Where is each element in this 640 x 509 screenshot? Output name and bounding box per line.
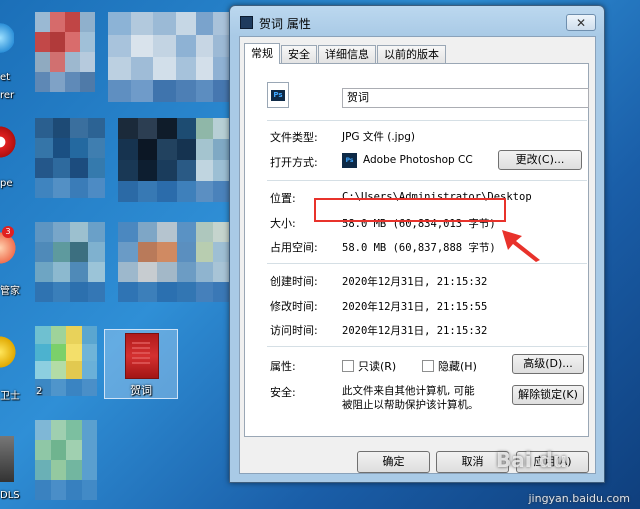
file-type-value: JPG 文件 (.jpg) [342, 131, 416, 143]
hidden-label[interactable]: 隐藏(H) [438, 358, 477, 374]
created-label: 创建时间: [270, 275, 318, 288]
readonly-checkbox[interactable] [342, 360, 354, 372]
hidden-checkbox[interactable] [422, 360, 434, 372]
modified-label: 修改时间: [270, 300, 318, 313]
security-message-line2: 被阻止以帮助保护该计算机。 [342, 399, 479, 411]
desktop-icon-partial-1[interactable] [0, 18, 14, 58]
size-on-disk-label: 占用空间: [270, 241, 318, 254]
accessed-value: 2020年12月31日, 21:15:32 [342, 325, 488, 337]
desktop-icon-label: DLS [0, 490, 20, 501]
window-icon [240, 16, 253, 29]
properties-dialog: 贺词 属性 ✕ 常规 安全 详细信息 以前的版本 Ps 贺词 文件类型: JPG… [229, 5, 605, 483]
open-with-value: Adobe Photoshop CC [363, 154, 473, 166]
created-value: 2020年12月31日, 21:15:32 [342, 276, 488, 288]
desktop-icon-label: 2 [36, 386, 43, 397]
attributes-label: 属性: [270, 360, 296, 373]
divider [267, 346, 587, 347]
pixelated-icon[interactable] [118, 118, 196, 202]
tab-details[interactable]: 详细信息 [318, 45, 376, 63]
divider [267, 180, 587, 181]
size-label: 大小: [270, 217, 296, 230]
desktop-icon-partial-5[interactable] [0, 436, 14, 482]
tab-previous-versions[interactable]: 以前的版本 [377, 45, 446, 63]
pixelated-icon[interactable] [196, 222, 230, 302]
pixelated-icon[interactable] [35, 326, 97, 396]
divider [267, 120, 587, 121]
security-label: 安全: [270, 386, 296, 399]
desktop-icon-label: pe [0, 178, 13, 189]
desktop-icon-label: 卫士 [0, 391, 20, 402]
size-highlight-box [314, 198, 506, 222]
file-name-input[interactable]: 贺词 [342, 88, 589, 108]
image-thumbnail-icon [125, 333, 159, 379]
modified-value: 2020年12月31日, 21:15:55 [342, 301, 488, 313]
change-button[interactable]: 更改(C)... [498, 150, 582, 170]
watermark-logo: Bai du [496, 448, 568, 472]
close-button[interactable]: ✕ [566, 14, 596, 31]
desktop-icon-label: 管家 [0, 286, 20, 297]
desktop-icon-partial-4[interactable] [0, 332, 16, 372]
unblock-button[interactable]: 解除锁定(K) [512, 385, 584, 405]
size-on-disk-value: 58.0 MB (60,837,888 字节) [342, 242, 496, 254]
close-icon: ✕ [575, 15, 587, 30]
pixelated-icon[interactable] [35, 118, 105, 198]
file-type-label: 文件类型: [270, 131, 318, 144]
accessed-label: 访问时间: [270, 324, 318, 337]
pixelated-icon[interactable] [35, 12, 95, 92]
tab-general[interactable]: 常规 [244, 43, 280, 64]
tab-security[interactable]: 安全 [281, 45, 317, 63]
selected-file-icon[interactable]: 贺词 [104, 329, 178, 399]
desktop-icon-partial-2[interactable] [0, 122, 16, 162]
pixelated-icon[interactable] [35, 420, 97, 500]
advanced-button[interactable]: 高级(D)... [512, 354, 584, 374]
annotation-arrow-icon [502, 230, 540, 262]
tab-strip: 常规 安全 详细信息 以前的版本 [244, 43, 447, 64]
pixelated-icon[interactable] [118, 222, 196, 302]
ok-button[interactable]: 确定 [357, 451, 430, 473]
pixelated-icon[interactable] [35, 222, 105, 302]
title-bar[interactable]: 贺词 属性 ✕ [230, 6, 604, 36]
badge-icon: 3 [2, 226, 14, 238]
desktop-icon-label: rer [0, 90, 15, 101]
file-icon-label: 贺词 [130, 384, 152, 397]
pixelated-icon[interactable] [196, 12, 230, 102]
readonly-label[interactable]: 只读(R) [358, 358, 396, 374]
security-message-line1: 此文件来自其他计算机, 可能 [342, 385, 475, 397]
pixelated-icon[interactable] [196, 118, 230, 202]
watermark-site: jingyan.baidu.com [528, 492, 630, 505]
photoshop-file-icon: Ps [267, 82, 289, 108]
open-with-label: 打开方式: [270, 156, 318, 169]
pixelated-icon[interactable] [108, 12, 198, 102]
photoshop-icon: Ps [342, 153, 357, 168]
location-label: 位置: [270, 192, 296, 205]
desktop-icon-label: et [0, 72, 11, 83]
dialog-title: 贺词 属性 [259, 17, 311, 31]
